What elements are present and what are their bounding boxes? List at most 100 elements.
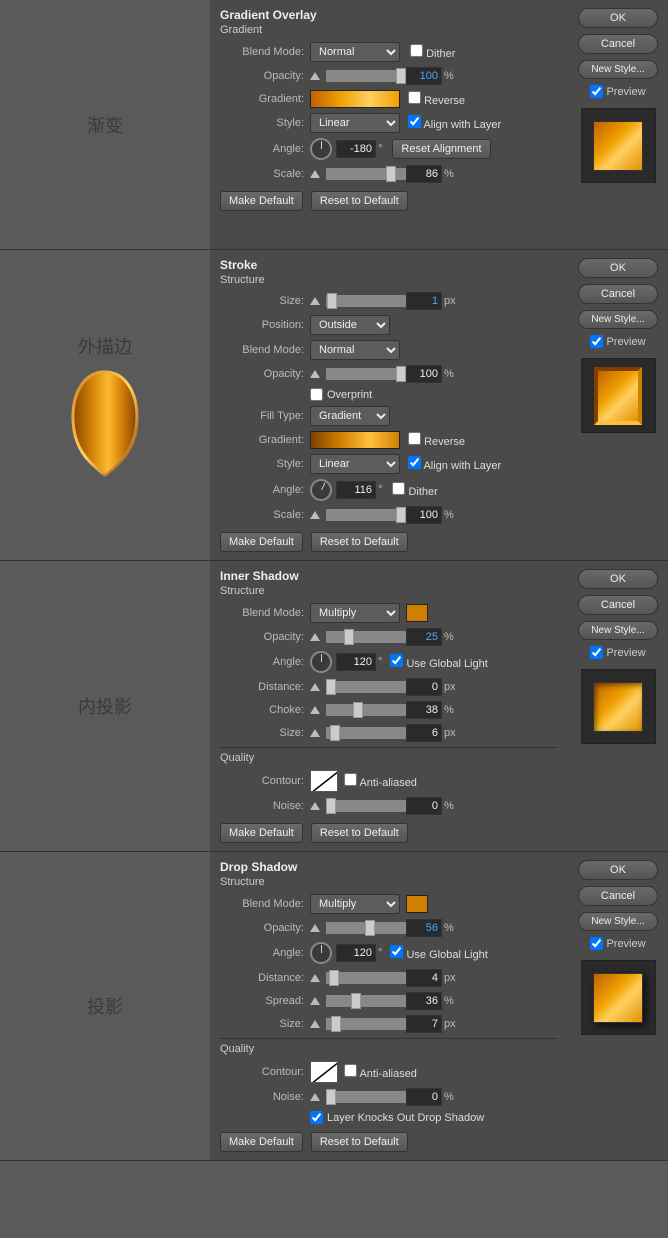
size-input-2[interactable] [406,292,442,310]
cancel-btn-1[interactable]: Cancel [578,34,658,54]
opacity-slider-4[interactable] [326,922,406,934]
cancel-btn-2[interactable]: Cancel [578,284,658,304]
size-input-3[interactable] [406,724,442,742]
reverse-checkbox-2[interactable] [408,432,421,445]
distance-slider-3[interactable] [326,681,406,693]
noise-slider-3[interactable] [326,800,406,812]
noise-slider-4[interactable] [326,1091,406,1103]
spread-slider-4[interactable] [326,995,406,1007]
spread-input-4[interactable] [406,992,442,1010]
overprint-row-2: Overprint [220,388,558,401]
cancel-btn-3[interactable]: Cancel [578,595,658,615]
blend-mode-row-3: Blend Mode: Multiply Normal [220,603,558,623]
ok-btn-2[interactable]: OK [578,258,658,278]
choke-slider-3[interactable] [326,704,406,716]
right-panel-3: OK Cancel New Style... Preview [568,561,668,851]
new-style-btn-1[interactable]: New Style... [578,60,658,79]
size-slider-4[interactable] [326,1018,406,1030]
distance-slider-4[interactable] [326,972,406,984]
scale-slider-2[interactable] [326,509,406,521]
contour-preview-4[interactable] [310,1061,338,1083]
preview-checkbox-2[interactable] [590,335,603,348]
global-light-row-4: Use Global Light [390,945,487,961]
shadow-color-4[interactable] [406,895,428,913]
size-input-4[interactable] [406,1015,442,1033]
dither-checkbox-2[interactable] [392,482,405,495]
make-default-btn-2[interactable]: Make Default [220,532,303,552]
angle-dial-3[interactable] [310,651,332,673]
reset-alignment-btn-1[interactable]: Reset Alignment [392,139,490,159]
fill-type-select-2[interactable]: Gradient Color Pattern [310,406,390,426]
gradient-swatch-1[interactable] [310,90,400,108]
position-select-2[interactable]: Outside Inside Center [310,315,390,335]
btn-row-4: Make Default Reset to Default [220,1132,558,1152]
angle-input-4[interactable] [336,944,376,962]
overprint-checkbox-2[interactable] [310,388,323,401]
opacity-slider-1[interactable] [326,70,406,82]
ok-btn-1[interactable]: OK [578,8,658,28]
new-style-btn-3[interactable]: New Style... [578,621,658,640]
choke-input-3[interactable] [406,701,442,719]
scale-slider-1[interactable] [326,168,406,180]
make-default-btn-1[interactable]: Make Default [220,191,303,211]
color-swatch-3[interactable] [406,604,428,622]
size-slider-3[interactable] [326,727,406,739]
blend-mode-select-2[interactable]: Normal Multiply [310,340,400,360]
preview-checkbox-1[interactable] [590,85,603,98]
make-default-btn-3[interactable]: Make Default [220,823,303,843]
opacity-input-4[interactable] [406,919,442,937]
preview-checkbox-4[interactable] [590,937,603,950]
anti-alias-checkbox-4[interactable] [344,1064,357,1077]
align-checkbox-2[interactable] [408,456,421,469]
dither-checkbox-1[interactable] [410,44,423,57]
reverse-checkbox-1[interactable] [408,91,421,104]
global-light-checkbox-4[interactable] [390,945,403,958]
opacity-slider-icon-4 [310,924,320,932]
ok-btn-4[interactable]: OK [578,860,658,880]
angle-input-1[interactable] [336,140,376,158]
scale-input-2[interactable] [406,506,442,524]
size-slider-2[interactable] [326,295,406,307]
left-content-2: 外描边 [65,333,145,477]
reset-default-btn-3[interactable]: Reset to Default [311,823,408,843]
align-label-1: Align with Layer [423,119,501,131]
opacity-slider-3[interactable] [326,631,406,643]
blend-mode-select-1[interactable]: Normal Multiply [310,42,400,62]
reset-default-btn-4[interactable]: Reset to Default [311,1132,408,1152]
opacity-input-1[interactable] [406,67,442,85]
style-select-1[interactable]: Linear Radial [310,113,400,133]
cancel-btn-4[interactable]: Cancel [578,886,658,906]
angle-dial-2[interactable] [310,479,332,501]
scale-input-1[interactable] [406,165,442,183]
opacity-input-3[interactable] [406,628,442,646]
angle-dial-4[interactable] [310,942,332,964]
reset-default-btn-1[interactable]: Reset to Default [311,191,408,211]
reset-default-btn-2[interactable]: Reset to Default [311,532,408,552]
global-light-checkbox-3[interactable] [390,654,403,667]
stroke-section: 外描边 [0,250,668,561]
align-checkbox-1[interactable] [408,115,421,128]
blend-mode-select-3[interactable]: Multiply Normal [310,603,400,623]
noise-input-4[interactable] [406,1088,442,1106]
style-select-2[interactable]: Linear Radial [310,454,400,474]
make-default-btn-4[interactable]: Make Default [220,1132,303,1152]
gradient-swatch-2[interactable] [310,431,400,449]
anti-alias-checkbox-3[interactable] [344,773,357,786]
new-style-btn-4[interactable]: New Style... [578,912,658,931]
angle-input-2[interactable] [336,481,376,499]
scale-slider-icon-1 [310,170,320,178]
layer-knocks-checkbox-4[interactable] [310,1111,323,1124]
preview-checkbox-3[interactable] [590,646,603,659]
blend-mode-select-4[interactable]: Multiply Normal [310,894,400,914]
new-style-btn-2[interactable]: New Style... [578,310,658,329]
angle-dial-1[interactable] [310,138,332,160]
noise-input-3[interactable] [406,797,442,815]
angle-input-3[interactable] [336,653,376,671]
distance-input-3[interactable] [406,678,442,696]
ok-btn-3[interactable]: OK [578,569,658,589]
distance-input-4[interactable] [406,969,442,987]
opacity-slider-2[interactable] [326,368,406,380]
contour-preview-3[interactable] [310,770,338,792]
opacity-input-2[interactable] [406,365,442,383]
shadow-color-3[interactable] [406,604,428,622]
